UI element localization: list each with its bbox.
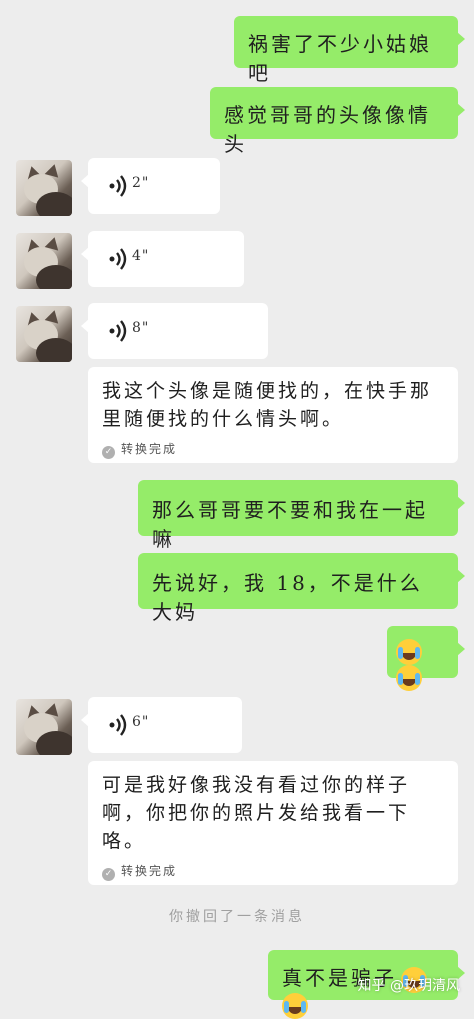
crying-laughing-emoji-icon [282, 993, 308, 1019]
recall-notice[interactable]: 你撤回了一条消息 [0, 906, 474, 926]
transcript-text: 我这个头像是随便找的，在快手那里随便找的什么情头啊。 [102, 380, 433, 430]
message-text: 先说好，我 18，不是什么大妈 [152, 571, 423, 624]
voice-message[interactable]: 8" [81, 303, 268, 359]
contact-avatar[interactable] [16, 306, 72, 362]
outgoing-emoji-message[interactable] [387, 626, 465, 691]
message-text: 祸害了不少小姑娘吧 [248, 32, 432, 85]
message-text: 那么哥哥要不要和我在一起嘛 [152, 498, 428, 551]
transcript-status: ✓ 转换完成 [102, 435, 177, 463]
voice-wave-icon [109, 320, 127, 342]
check-icon: ✓ [102, 868, 115, 881]
voice-duration: 8" [132, 320, 150, 336]
check-icon: ✓ [102, 446, 115, 459]
outgoing-message[interactable]: 感觉哥哥的头像像情头 [210, 87, 465, 156]
voice-wave-icon [109, 714, 127, 736]
voice-duration: 2" [132, 175, 150, 191]
voice-duration: 4" [132, 248, 150, 264]
voice-wave-icon [109, 248, 127, 270]
contact-avatar[interactable] [16, 233, 72, 289]
message-text: 感觉哥哥的头像像情头 [224, 103, 431, 156]
voice-transcript[interactable]: 我这个头像是随便找的，在快手那里随便找的什么情头啊。 ✓ 转换完成 [88, 367, 458, 463]
transcript-text: 可是我好像我没有看过你的样子啊，你把你的照片发给我看一下咯。 [102, 774, 411, 852]
voice-transcript[interactable]: 可是我好像我没有看过你的样子啊，你把你的照片发给我看一下咯。 ✓ 转换完成 [88, 761, 458, 885]
voice-duration: 6" [132, 714, 150, 730]
voice-message[interactable]: 4" [81, 231, 244, 287]
voice-message[interactable]: 6" [81, 697, 242, 753]
voice-message[interactable]: 2" [81, 158, 220, 214]
crying-laughing-emoji-icon [396, 638, 422, 665]
transcript-status: ✓ 转换完成 [102, 857, 177, 885]
contact-avatar[interactable] [16, 699, 72, 755]
transcript-status-label: 转换完成 [121, 442, 178, 456]
transcript-status-label: 转换完成 [121, 864, 178, 878]
voice-wave-icon [109, 175, 127, 197]
crying-laughing-emoji-icon [396, 665, 422, 691]
outgoing-message[interactable]: 那么哥哥要不要和我在一起嘛 [138, 480, 465, 551]
contact-avatar[interactable] [16, 160, 72, 216]
outgoing-message[interactable]: 祸害了不少小姑娘吧 [234, 16, 465, 85]
watermark: 知乎 @玖玥清风 [357, 978, 460, 994]
outgoing-message[interactable]: 先说好，我 18，不是什么大妈 [138, 553, 465, 624]
